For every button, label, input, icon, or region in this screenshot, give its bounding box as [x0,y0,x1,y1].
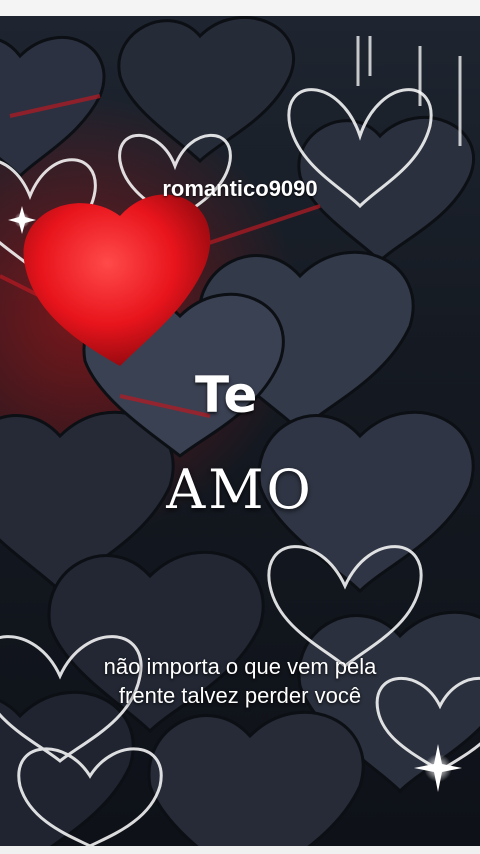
dark-hearts-pile [0,16,480,846]
username-label: romantico9090 [162,176,318,201]
status-bar [0,0,480,16]
caption-line-1: não importa o que vem pela [103,654,377,679]
hearts-background [0,16,480,846]
caption-text: não importa o que vem pela frente talvez… [20,652,460,710]
video-frame[interactable]: romantico9090 Te AMO não importa o que v… [0,16,480,846]
title-te: Te [195,366,259,424]
title-amo: AMO [166,458,314,521]
bottom-bar [0,846,480,854]
caption-line-2: frente talvez perder você [118,683,362,708]
